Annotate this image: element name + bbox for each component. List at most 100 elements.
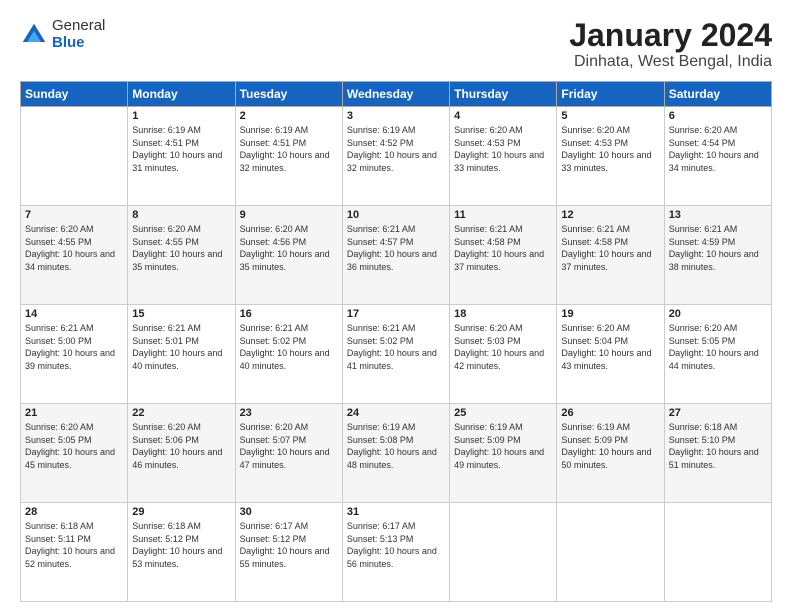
table-row: 4 Sunrise: 6:20 AMSunset: 4:53 PMDayligh… (450, 107, 557, 206)
day-info: Sunrise: 6:19 AMSunset: 4:52 PMDaylight:… (347, 124, 445, 174)
day-info: Sunrise: 6:19 AMSunset: 5:09 PMDaylight:… (561, 421, 659, 471)
table-row (21, 107, 128, 206)
day-number: 25 (454, 407, 552, 419)
day-info: Sunrise: 6:20 AMSunset: 4:53 PMDaylight:… (561, 124, 659, 174)
day-number: 9 (240, 209, 338, 221)
day-info: Sunrise: 6:17 AMSunset: 5:13 PMDaylight:… (347, 520, 445, 570)
day-info: Sunrise: 6:20 AMSunset: 5:04 PMDaylight:… (561, 322, 659, 372)
table-row (450, 503, 557, 602)
table-row: 28 Sunrise: 6:18 AMSunset: 5:11 PMDaylig… (21, 503, 128, 602)
logo-text: General Blue (52, 18, 105, 51)
day-number: 26 (561, 407, 659, 419)
day-info: Sunrise: 6:20 AMSunset: 4:56 PMDaylight:… (240, 223, 338, 273)
header-wednesday: Wednesday (342, 82, 449, 107)
calendar-week-row: 14 Sunrise: 6:21 AMSunset: 5:00 PMDaylig… (21, 305, 772, 404)
day-number: 8 (132, 209, 230, 221)
day-info: Sunrise: 6:21 AMSunset: 5:00 PMDaylight:… (25, 322, 123, 372)
table-row: 27 Sunrise: 6:18 AMSunset: 5:10 PMDaylig… (664, 404, 771, 503)
table-row: 15 Sunrise: 6:21 AMSunset: 5:01 PMDaylig… (128, 305, 235, 404)
day-info: Sunrise: 6:21 AMSunset: 4:58 PMDaylight:… (561, 223, 659, 273)
calendar-body: 1 Sunrise: 6:19 AMSunset: 4:51 PMDayligh… (21, 107, 772, 602)
day-number: 19 (561, 308, 659, 320)
calendar-week-row: 21 Sunrise: 6:20 AMSunset: 5:05 PMDaylig… (21, 404, 772, 503)
table-row: 30 Sunrise: 6:17 AMSunset: 5:12 PMDaylig… (235, 503, 342, 602)
day-number: 16 (240, 308, 338, 320)
day-number: 1 (132, 110, 230, 122)
day-info: Sunrise: 6:21 AMSunset: 5:02 PMDaylight:… (347, 322, 445, 372)
calendar-table: Sunday Monday Tuesday Wednesday Thursday… (20, 81, 772, 602)
day-info: Sunrise: 6:20 AMSunset: 4:55 PMDaylight:… (132, 223, 230, 273)
day-info: Sunrise: 6:18 AMSunset: 5:11 PMDaylight:… (25, 520, 123, 570)
day-info: Sunrise: 6:21 AMSunset: 5:02 PMDaylight:… (240, 322, 338, 372)
table-row: 8 Sunrise: 6:20 AMSunset: 4:55 PMDayligh… (128, 206, 235, 305)
table-row: 26 Sunrise: 6:19 AMSunset: 5:09 PMDaylig… (557, 404, 664, 503)
day-number: 27 (669, 407, 767, 419)
day-info: Sunrise: 6:20 AMSunset: 4:53 PMDaylight:… (454, 124, 552, 174)
day-number: 3 (347, 110, 445, 122)
header: General Blue January 2024 Dinhata, West … (20, 18, 772, 71)
table-row: 23 Sunrise: 6:20 AMSunset: 5:07 PMDaylig… (235, 404, 342, 503)
logo-general-text: General (52, 18, 105, 35)
day-info: Sunrise: 6:20 AMSunset: 5:07 PMDaylight:… (240, 421, 338, 471)
day-info: Sunrise: 6:17 AMSunset: 5:12 PMDaylight:… (240, 520, 338, 570)
day-info: Sunrise: 6:18 AMSunset: 5:12 PMDaylight:… (132, 520, 230, 570)
header-saturday: Saturday (664, 82, 771, 107)
day-info: Sunrise: 6:20 AMSunset: 5:03 PMDaylight:… (454, 322, 552, 372)
day-info: Sunrise: 6:19 AMSunset: 4:51 PMDaylight:… (240, 124, 338, 174)
day-number: 18 (454, 308, 552, 320)
table-row: 11 Sunrise: 6:21 AMSunset: 4:58 PMDaylig… (450, 206, 557, 305)
table-row: 3 Sunrise: 6:19 AMSunset: 4:52 PMDayligh… (342, 107, 449, 206)
day-info: Sunrise: 6:20 AMSunset: 5:05 PMDaylight:… (25, 421, 123, 471)
header-monday: Monday (128, 82, 235, 107)
table-row: 7 Sunrise: 6:20 AMSunset: 4:55 PMDayligh… (21, 206, 128, 305)
logo: General Blue (20, 18, 105, 51)
table-row: 16 Sunrise: 6:21 AMSunset: 5:02 PMDaylig… (235, 305, 342, 404)
day-info: Sunrise: 6:19 AMSunset: 4:51 PMDaylight:… (132, 124, 230, 174)
table-row: 20 Sunrise: 6:20 AMSunset: 5:05 PMDaylig… (664, 305, 771, 404)
day-number: 12 (561, 209, 659, 221)
header-friday: Friday (557, 82, 664, 107)
day-number: 14 (25, 308, 123, 320)
day-info: Sunrise: 6:20 AMSunset: 5:05 PMDaylight:… (669, 322, 767, 372)
table-row: 9 Sunrise: 6:20 AMSunset: 4:56 PMDayligh… (235, 206, 342, 305)
logo-blue-text: Blue (52, 35, 105, 52)
title-section: January 2024 Dinhata, West Bengal, India (569, 18, 772, 71)
day-info: Sunrise: 6:19 AMSunset: 5:09 PMDaylight:… (454, 421, 552, 471)
table-row (557, 503, 664, 602)
day-number: 30 (240, 506, 338, 518)
page: General Blue January 2024 Dinhata, West … (0, 0, 792, 612)
table-row: 10 Sunrise: 6:21 AMSunset: 4:57 PMDaylig… (342, 206, 449, 305)
day-number: 22 (132, 407, 230, 419)
table-row: 24 Sunrise: 6:19 AMSunset: 5:08 PMDaylig… (342, 404, 449, 503)
calendar-week-row: 7 Sunrise: 6:20 AMSunset: 4:55 PMDayligh… (21, 206, 772, 305)
day-number: 15 (132, 308, 230, 320)
table-row: 22 Sunrise: 6:20 AMSunset: 5:06 PMDaylig… (128, 404, 235, 503)
table-row: 1 Sunrise: 6:19 AMSunset: 4:51 PMDayligh… (128, 107, 235, 206)
table-row: 5 Sunrise: 6:20 AMSunset: 4:53 PMDayligh… (557, 107, 664, 206)
table-row: 12 Sunrise: 6:21 AMSunset: 4:58 PMDaylig… (557, 206, 664, 305)
day-number: 20 (669, 308, 767, 320)
table-row: 13 Sunrise: 6:21 AMSunset: 4:59 PMDaylig… (664, 206, 771, 305)
day-number: 7 (25, 209, 123, 221)
calendar-week-row: 1 Sunrise: 6:19 AMSunset: 4:51 PMDayligh… (21, 107, 772, 206)
day-number: 28 (25, 506, 123, 518)
day-info: Sunrise: 6:20 AMSunset: 4:54 PMDaylight:… (669, 124, 767, 174)
header-thursday: Thursday (450, 82, 557, 107)
day-number: 5 (561, 110, 659, 122)
table-row: 14 Sunrise: 6:21 AMSunset: 5:00 PMDaylig… (21, 305, 128, 404)
table-row (664, 503, 771, 602)
day-number: 29 (132, 506, 230, 518)
table-row: 21 Sunrise: 6:20 AMSunset: 5:05 PMDaylig… (21, 404, 128, 503)
day-info: Sunrise: 6:21 AMSunset: 4:59 PMDaylight:… (669, 223, 767, 273)
day-info: Sunrise: 6:18 AMSunset: 5:10 PMDaylight:… (669, 421, 767, 471)
day-info: Sunrise: 6:21 AMSunset: 4:58 PMDaylight:… (454, 223, 552, 273)
day-info: Sunrise: 6:21 AMSunset: 4:57 PMDaylight:… (347, 223, 445, 273)
table-row: 18 Sunrise: 6:20 AMSunset: 5:03 PMDaylig… (450, 305, 557, 404)
logo-icon (20, 21, 48, 49)
day-info: Sunrise: 6:20 AMSunset: 5:06 PMDaylight:… (132, 421, 230, 471)
day-number: 2 (240, 110, 338, 122)
table-row: 25 Sunrise: 6:19 AMSunset: 5:09 PMDaylig… (450, 404, 557, 503)
day-number: 4 (454, 110, 552, 122)
day-number: 13 (669, 209, 767, 221)
day-info: Sunrise: 6:19 AMSunset: 5:08 PMDaylight:… (347, 421, 445, 471)
